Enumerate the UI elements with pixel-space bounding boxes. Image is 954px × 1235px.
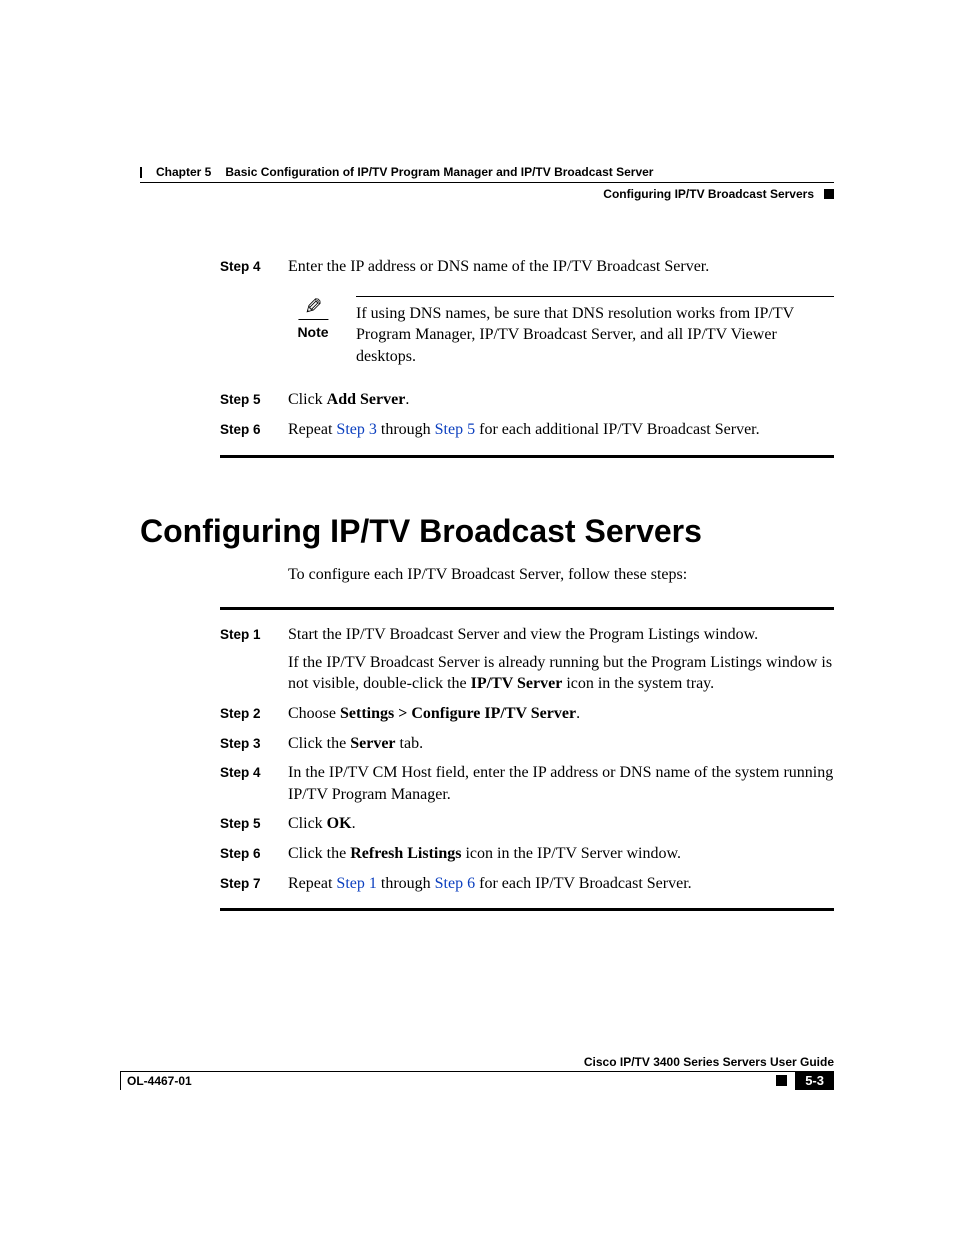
steps-block-main: Step 1 Start the IP/TV Broadcast Server …: [220, 607, 834, 911]
note-pencil-icon: ✎: [298, 296, 328, 320]
step-body: Start the IP/TV Broadcast Server and vie…: [288, 624, 834, 695]
step-4-top: Step 4 Enter the IP address or DNS name …: [220, 256, 834, 278]
footer-doc-id: OL-4467-01: [120, 1071, 217, 1090]
step-body: Click OK.: [288, 813, 834, 835]
footer-book-title: Cisco IP/TV 3400 Series Servers User Gui…: [120, 1055, 834, 1072]
footer-block-icon: [776, 1075, 787, 1086]
step-body: Repeat Step 3 through Step 5 for each ad…: [288, 419, 834, 441]
chapter-label: Chapter 5: [156, 165, 211, 179]
step-label: Step 6: [220, 843, 270, 865]
section-heading: Configuring IP/TV Broadcast Servers: [140, 513, 834, 550]
step-label: Step 4: [220, 762, 270, 805]
header-tick-mark: [140, 167, 142, 178]
step-label: Step 5: [220, 389, 270, 411]
steps-end-rule: [220, 455, 834, 458]
link-step-5[interactable]: Step 5: [435, 421, 475, 438]
page-footer: Cisco IP/TV 3400 Series Servers User Gui…: [120, 1055, 834, 1090]
note-label: Note: [288, 323, 338, 342]
link-step-3[interactable]: Step 3: [336, 421, 376, 438]
steps-block-top: Step 4 Enter the IP address or DNS name …: [220, 256, 834, 458]
header-end-block-icon: [824, 189, 834, 199]
running-header: Chapter 5 Basic Configuration of IP/TV P…: [140, 165, 834, 201]
section-row: Configuring IP/TV Broadcast Servers: [140, 187, 834, 201]
note-text: If using DNS names, be sure that DNS res…: [356, 296, 834, 368]
section-title: Configuring IP/TV Broadcast Servers: [603, 187, 814, 201]
step-body: In the IP/TV CM Host field, enter the IP…: [288, 762, 834, 805]
step-4: Step 4 In the IP/TV CM Host field, enter…: [220, 762, 834, 805]
step-body: Choose Settings > Configure IP/TV Server…: [288, 703, 834, 725]
step-body: Click the Refresh Listings icon in the I…: [288, 843, 834, 865]
step-1: Step 1 Start the IP/TV Broadcast Server …: [220, 624, 834, 695]
document-page: Chapter 5 Basic Configuration of IP/TV P…: [0, 0, 954, 1235]
step-label: Step 2: [220, 703, 270, 725]
step-body: Enter the IP address or DNS name of the …: [288, 256, 834, 278]
note-row: ✎ Note If using DNS names, be sure that …: [220, 286, 834, 382]
step-5-top: Step 5 Click Add Server.: [220, 389, 834, 411]
step-label: Step 4: [220, 256, 270, 278]
intro-text: To configure each IP/TV Broadcast Server…: [288, 564, 834, 586]
steps-begin-rule: [220, 607, 834, 610]
step-2: Step 2 Choose Settings > Configure IP/TV…: [220, 703, 834, 725]
step-label: Step 6: [220, 419, 270, 441]
step-label: Step 5: [220, 813, 270, 835]
page-number: 5-3: [795, 1071, 834, 1090]
chapter-row: Chapter 5 Basic Configuration of IP/TV P…: [140, 165, 834, 183]
link-step-1[interactable]: Step 1: [336, 875, 376, 892]
step-6: Step 6 Click the Refresh Listings icon i…: [220, 843, 834, 865]
step-label: Step 3: [220, 733, 270, 755]
step-6-top: Step 6 Repeat Step 3 through Step 5 for …: [220, 419, 834, 441]
steps-end-rule: [220, 908, 834, 911]
step-3: Step 3 Click the Server tab.: [220, 733, 834, 755]
chapter-title: Basic Configuration of IP/TV Program Man…: [225, 165, 653, 179]
step-body: Repeat Step 1 through Step 6 for each IP…: [288, 873, 834, 895]
step-label: Step 7: [220, 873, 270, 895]
step-body: Click the Server tab.: [288, 733, 834, 755]
step-body: Click Add Server.: [288, 389, 834, 411]
note-block: ✎ Note If using DNS names, be sure that …: [288, 296, 834, 368]
link-step-6[interactable]: Step 6: [435, 875, 475, 892]
step-7: Step 7 Repeat Step 1 through Step 6 for …: [220, 873, 834, 895]
step-label: Step 1: [220, 624, 270, 695]
step-5: Step 5 Click OK.: [220, 813, 834, 835]
